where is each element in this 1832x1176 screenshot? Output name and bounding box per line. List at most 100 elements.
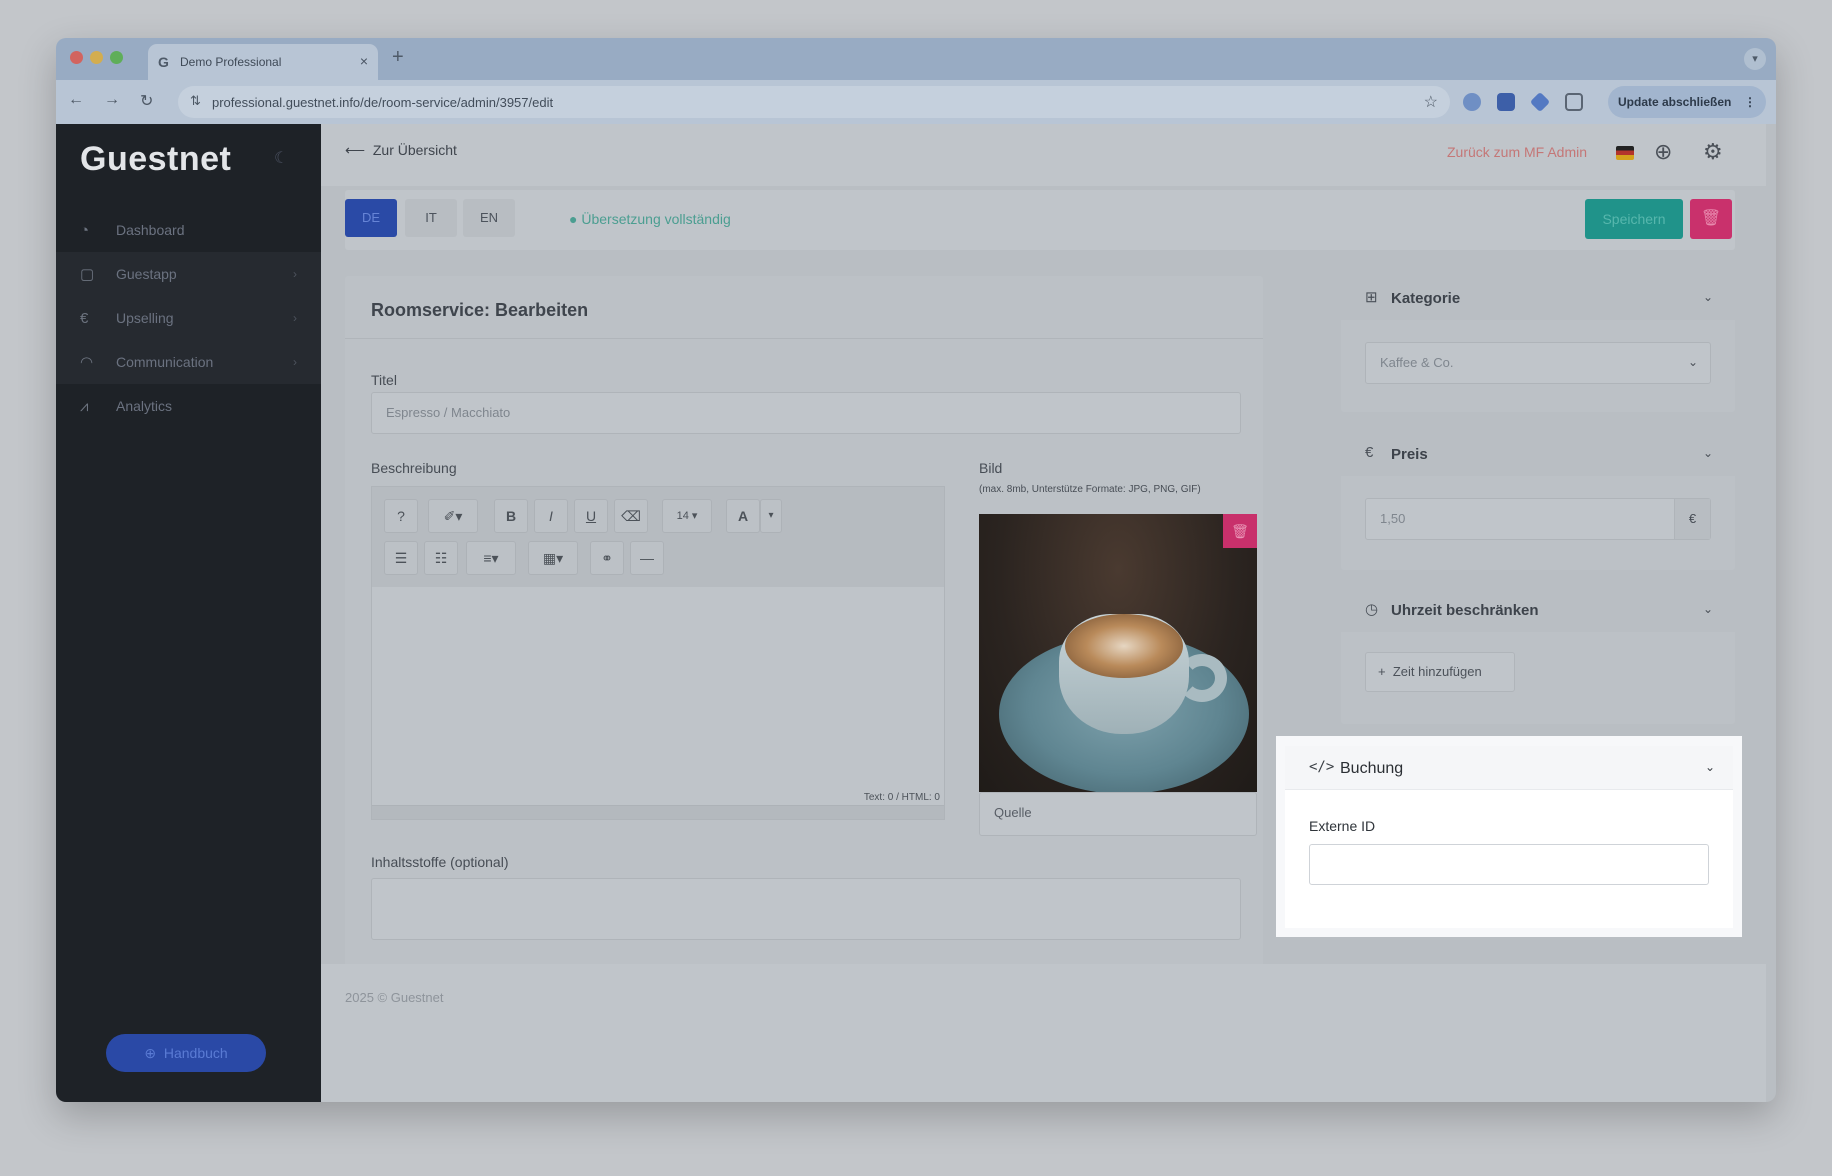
image-hint: (max. 8mb, Unterstütze Formate: JPG, PNG…: [979, 484, 1201, 495]
url-text: professional.guestnet.info/de/room-servi…: [212, 95, 554, 110]
editor-resize-handle[interactable]: [372, 805, 944, 819]
horizontal-rule-button[interactable]: —: [630, 541, 664, 575]
trash-icon[interactable]: 🗑: [1690, 199, 1732, 239]
help-button[interactable]: ?: [384, 499, 418, 533]
link-button[interactable]: ⚭: [590, 541, 624, 575]
chevron-down-icon: ⌄: [1702, 446, 1713, 460]
chevron-down-icon: ⌄: [1687, 355, 1698, 369]
edit-card: Roomservice: Bearbeiten Titel Espresso /…: [345, 276, 1263, 992]
extension-globe-icon[interactable]: [1463, 93, 1481, 111]
update-button-label: Update abschließen: [1618, 95, 1732, 109]
uhrzeit-card: ◷ Uhrzeit beschränken ⌄ + Zeit hinzufüge…: [1341, 588, 1735, 724]
uhrzeit-header[interactable]: ◷ Uhrzeit beschränken ⌄: [1341, 588, 1735, 632]
close-window-dot[interactable]: [70, 51, 83, 64]
title-label: Titel: [371, 372, 397, 388]
sidebar-item-communication[interactable]: ◠ Communication ›: [56, 340, 321, 384]
add-time-button[interactable]: + Zeit hinzufügen: [1365, 652, 1515, 692]
language-tab-de[interactable]: DE: [345, 199, 397, 237]
kategorie-header[interactable]: ⊞ Kategorie ⌄: [1341, 276, 1735, 320]
externe-id-input[interactable]: [1309, 844, 1709, 885]
kategorie-card: ⊞ Kategorie ⌄ Kaffee & Co. ⌄: [1341, 276, 1735, 412]
chevron-down-icon: ⌄: [1704, 760, 1715, 774]
magic-style-button[interactable]: ✐▾: [428, 499, 478, 533]
sidebar-item-label: Upselling: [116, 310, 174, 326]
font-color-caret-button[interactable]: ▾: [760, 499, 782, 533]
translation-status: ● Übersetzung vollständig: [569, 211, 731, 227]
euro-icon: €: [80, 309, 89, 327]
back-to-overview-link[interactable]: ⟵ Zur Übersicht: [345, 142, 457, 159]
source-input[interactable]: Quelle: [979, 792, 1257, 836]
kategorie-select[interactable]: Kaffee & Co. ⌄: [1365, 342, 1711, 384]
update-button[interactable]: Update abschließen ⋮: [1608, 86, 1766, 118]
image-label: Bild: [979, 460, 1003, 476]
trash-icon[interactable]: 🗑: [1223, 514, 1257, 548]
globe-icon[interactable]: ⊕: [1654, 139, 1672, 165]
manual-button[interactable]: ⊕ Handbuch: [106, 1034, 266, 1072]
translation-status-text: Übersetzung vollständig: [581, 211, 731, 227]
browser-tab[interactable]: G Demo Professional ×: [148, 44, 378, 80]
clock-icon: ◷: [1365, 601, 1379, 618]
divider: [345, 338, 1263, 339]
extension-shield-icon[interactable]: [1497, 93, 1515, 111]
language-tab-it[interactable]: IT: [405, 199, 457, 237]
bookmark-star-icon[interactable]: ☆: [1424, 92, 1438, 112]
sidebar-item-dashboard[interactable]: ◔ Dashboard: [56, 208, 321, 252]
gear-icon[interactable]: ⚙: [1703, 139, 1723, 165]
close-tab-icon[interactable]: ×: [360, 53, 368, 69]
chrome-menu-icon[interactable]: ⋮: [1744, 86, 1756, 118]
grid-icon: ⊞: [1365, 289, 1378, 306]
ingredients-textarea[interactable]: [371, 878, 1241, 940]
underline-button[interactable]: U: [574, 499, 608, 533]
preis-input[interactable]: 1,50 €: [1365, 498, 1711, 540]
top-bar: ⟵ Zur Übersicht Zurück zum MF Admin ⊕ ⚙: [321, 124, 1766, 186]
browser-toolbar: ← → ↻ ⇅ professional.guestnet.info/de/ro…: [56, 80, 1776, 124]
extensions-puzzle-icon[interactable]: [1565, 93, 1583, 111]
sidebar: Guestnet ☾ ◔ Dashboard ▢ Guestapp › € Up…: [56, 124, 321, 1102]
font-size-button[interactable]: 14 ▾: [662, 499, 712, 533]
editor-content-area[interactable]: [372, 587, 944, 787]
reload-icon[interactable]: ↻: [140, 91, 153, 111]
title-input[interactable]: Espresso / Macchiato: [371, 392, 1241, 434]
align-button[interactable]: ≡▾: [466, 541, 516, 575]
german-flag-icon[interactable]: [1616, 146, 1634, 160]
new-tab-icon[interactable]: +: [392, 46, 404, 69]
back-arrow-icon[interactable]: ←: [68, 91, 84, 109]
tab-search-icon[interactable]: ▾: [1744, 48, 1766, 70]
bold-button[interactable]: B: [494, 499, 528, 533]
forward-arrow-icon[interactable]: →: [104, 91, 120, 109]
buchung-title: Buchung: [1340, 760, 1404, 777]
preis-title: Preis: [1391, 446, 1428, 463]
eraser-button[interactable]: ⌫: [614, 499, 648, 533]
plus-icon: +: [1378, 664, 1386, 679]
preis-card: € Preis ⌄ 1,50 €: [1341, 432, 1735, 570]
collapse-sidebar-icon[interactable]: ☾: [274, 148, 288, 168]
sidebar-item-analytics[interactable]: ⩘ Analytics: [56, 384, 321, 428]
back-label: Zur Übersicht: [372, 142, 457, 158]
maximize-window-dot[interactable]: [110, 51, 123, 64]
browser-window: G Demo Professional × + ▾ ← → ↻ ⇅ profes…: [56, 38, 1776, 1102]
buchung-card: </> Buchung ⌄ Externe ID: [1285, 746, 1733, 928]
minimize-window-dot[interactable]: [90, 51, 103, 64]
chevron-right-icon: ›: [293, 355, 297, 369]
italic-button[interactable]: I: [534, 499, 568, 533]
extension-tag-icon[interactable]: [1529, 91, 1551, 113]
site-settings-icon[interactable]: ⇅: [190, 93, 201, 109]
browser-tabbar: G Demo Professional × + ▾: [56, 38, 1776, 80]
footer: 2025 © Guestnet: [321, 964, 1766, 1102]
ordered-list-button[interactable]: ☷: [424, 541, 458, 575]
arrow-left-icon: ⟵: [345, 142, 366, 158]
guestapp-icon: ▢: [80, 266, 95, 283]
preis-header[interactable]: € Preis ⌄: [1341, 432, 1735, 476]
address-bar[interactable]: ⇅ professional.guestnet.info/de/room-ser…: [178, 86, 1450, 118]
sidebar-item-guestapp[interactable]: ▢ Guestapp ›: [56, 252, 321, 296]
table-button[interactable]: ▦▾: [528, 541, 578, 575]
unordered-list-button[interactable]: ☰: [384, 541, 418, 575]
language-tab-en[interactable]: EN: [463, 199, 515, 237]
back-to-admin-link[interactable]: Zurück zum MF Admin: [1447, 144, 1587, 160]
buchung-header[interactable]: </> Buchung ⌄: [1285, 746, 1733, 790]
uhrzeit-title: Uhrzeit beschränken: [1391, 602, 1539, 619]
font-color-button[interactable]: A: [726, 499, 760, 533]
coffee-image[interactable]: 🗑: [979, 514, 1257, 792]
save-button[interactable]: Speichern: [1585, 199, 1683, 239]
sidebar-item-upselling[interactable]: € Upselling ›: [56, 296, 321, 340]
